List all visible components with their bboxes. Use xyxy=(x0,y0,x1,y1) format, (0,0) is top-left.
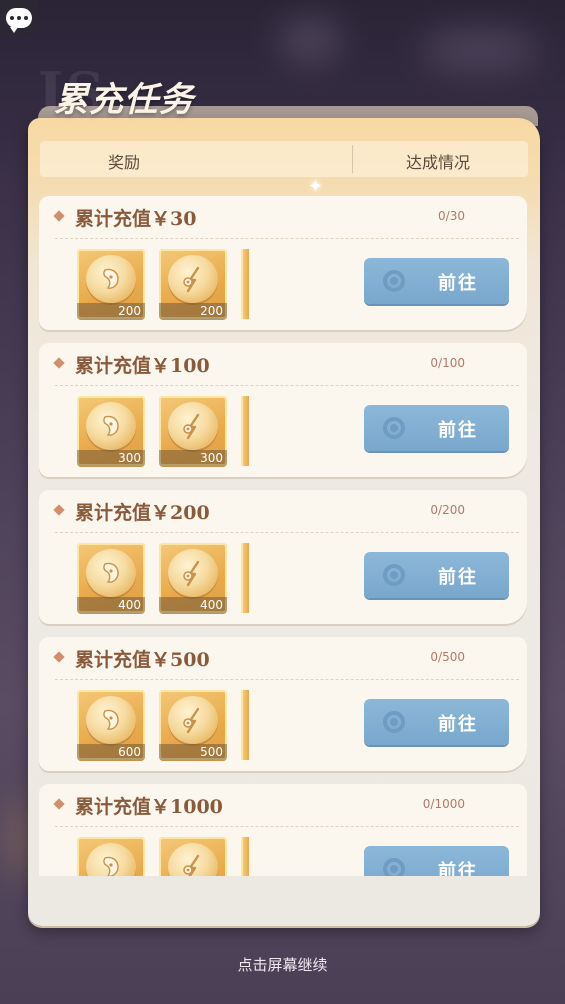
task-card: 累计充值￥30 0/30 200 200 前往 xyxy=(39,196,527,330)
target-icon xyxy=(383,858,405,876)
reward-quantity: 400 xyxy=(159,597,227,613)
go-button-label: 前往 xyxy=(438,420,478,441)
go-button-label: 前往 xyxy=(438,861,478,876)
task-card: 累计充值￥200 0/200 400 400 前往 xyxy=(39,490,527,624)
go-button[interactable]: 前往 xyxy=(364,552,509,598)
chat-button[interactable] xyxy=(0,0,38,36)
reward-item-partial xyxy=(241,249,249,319)
task-progress: 0/100 xyxy=(430,356,465,370)
reward-item[interactable]: 200 xyxy=(77,249,145,319)
task-progress: 0/30 xyxy=(438,209,465,223)
background-blur xyxy=(280,20,340,60)
task-title: 累计充值￥30 xyxy=(75,208,197,230)
reward-quantity: 200 xyxy=(77,303,145,319)
task-title: 累计充值￥200 xyxy=(75,502,210,524)
reward-item[interactable] xyxy=(159,837,227,876)
go-button-label: 前往 xyxy=(438,273,478,294)
task-divider xyxy=(55,238,519,239)
target-icon xyxy=(383,711,405,733)
task-card: 累计充值￥500 0/500 600 500 前往 xyxy=(39,637,527,771)
diamond-icon xyxy=(53,357,65,369)
diamond-icon xyxy=(53,798,65,810)
header-divider xyxy=(352,145,353,173)
go-button[interactable]: 前往 xyxy=(364,405,509,451)
mask-coin-icon xyxy=(86,255,136,303)
reward-item-partial xyxy=(241,690,249,760)
reward-item-partial xyxy=(241,396,249,466)
task-divider xyxy=(55,679,519,680)
reward-item-partial xyxy=(241,543,249,613)
background-blur xyxy=(420,30,540,70)
tap-to-continue[interactable]: 点击屏幕继续 xyxy=(0,954,565,975)
task-divider xyxy=(55,826,519,827)
panel-title: 累充任务 xyxy=(54,80,194,120)
fish-coin-icon xyxy=(168,402,218,450)
reward-item[interactable]: 400 xyxy=(77,543,145,613)
header-status-label: 达成情况 xyxy=(406,153,471,172)
reward-item[interactable]: 300 xyxy=(77,396,145,466)
diamond-icon xyxy=(53,651,65,663)
reward-quantity: 600 xyxy=(77,744,145,760)
reward-quantity: 300 xyxy=(159,450,227,466)
task-list[interactable]: 累计充值￥30 0/30 200 200 前往 累计充值￥100 0/100 300 300 前往… xyxy=(0,196,565,876)
mask-coin-icon xyxy=(86,696,136,744)
reward-item[interactable]: 400 xyxy=(159,543,227,613)
task-title: 累计充值￥500 xyxy=(75,649,210,671)
task-divider xyxy=(55,532,519,533)
task-title: 累计充值￥100 xyxy=(75,355,210,377)
mask-coin-icon xyxy=(86,402,136,450)
go-button-label: 前往 xyxy=(438,567,478,588)
reward-item[interactable]: 300 xyxy=(159,396,227,466)
reward-item[interactable] xyxy=(77,837,145,876)
header-reward-label: 奖励 xyxy=(108,153,141,172)
fish-coin-icon xyxy=(168,843,218,876)
go-button[interactable]: 前往 xyxy=(364,846,509,876)
reward-item[interactable]: 200 xyxy=(159,249,227,319)
target-icon xyxy=(383,564,405,586)
chat-icon xyxy=(6,8,32,33)
task-title: 累计充值￥1000 xyxy=(75,796,223,818)
fish-coin-icon xyxy=(168,549,218,597)
mask-coin-icon xyxy=(86,843,136,876)
task-progress: 0/500 xyxy=(430,650,465,664)
reward-item[interactable]: 500 xyxy=(159,690,227,760)
table-header: 奖励 达成情况 xyxy=(40,141,528,177)
fish-coin-icon xyxy=(168,696,218,744)
reward-item[interactable]: 600 xyxy=(77,690,145,760)
go-button-label: 前往 xyxy=(438,714,478,735)
reward-item-partial xyxy=(241,837,249,876)
task-progress: 0/1000 xyxy=(422,797,465,811)
reward-quantity: 400 xyxy=(77,597,145,613)
go-button[interactable]: 前往 xyxy=(364,699,509,745)
task-divider xyxy=(55,385,519,386)
diamond-icon xyxy=(53,504,65,516)
fish-coin-icon xyxy=(168,255,218,303)
reward-quantity: 500 xyxy=(159,744,227,760)
target-icon xyxy=(383,270,405,292)
reward-quantity: 200 xyxy=(159,303,227,319)
task-card: 累计充值￥1000 0/1000 前往 xyxy=(39,784,527,876)
mask-coin-icon xyxy=(86,549,136,597)
diamond-icon xyxy=(53,210,65,222)
task-progress: 0/200 xyxy=(430,503,465,517)
reward-quantity: 300 xyxy=(77,450,145,466)
sparkle-icon: ✦ xyxy=(308,176,324,197)
go-button[interactable]: 前往 xyxy=(364,258,509,304)
task-card: 累计充值￥100 0/100 300 300 前往 xyxy=(39,343,527,477)
target-icon xyxy=(383,417,405,439)
